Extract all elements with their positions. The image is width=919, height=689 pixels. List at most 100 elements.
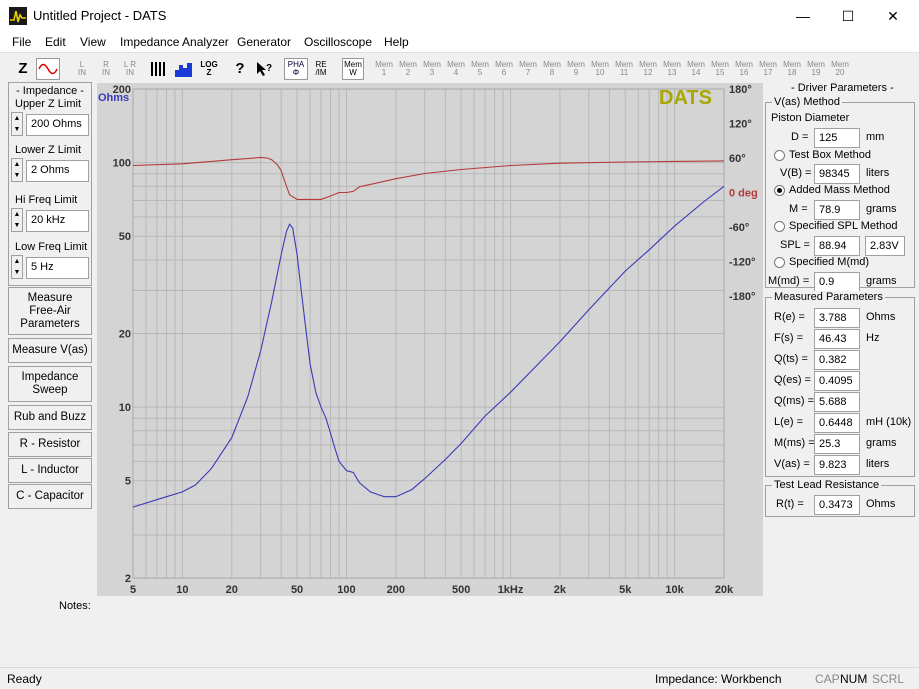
maximize-button[interactable]: ☐ — [825, 0, 871, 32]
low-freq-field[interactable]: 5 Hz — [26, 257, 89, 279]
hi-freq-field[interactable]: 20 kHz — [26, 210, 89, 232]
rt-field[interactable]: 0.3473 — [814, 495, 860, 515]
chart-svg: 5 10 20 50 100 200 500 1kHz 2k 5k 10k 20k2001005020… — [98, 84, 758, 596]
impedance-graph[interactable]: 5 10 20 50 100 200 500 1kHz 2k 5k 10k 20k 200 100 50 20… — [97, 83, 763, 596]
upper-z-spinner[interactable]: ▲ ▼ — [11, 112, 23, 136]
specified-mmd-label[interactable]: Specified M(md) — [789, 256, 869, 268]
mem-slot-9-button[interactable]: Mem 9 — [565, 58, 587, 80]
measure-free-air-button[interactable]: Measure Free-Air Parameters — [8, 287, 92, 335]
impedance-sweep-button[interactable]: Impedance Sweep — [8, 366, 92, 402]
specified-spl-radio[interactable] — [774, 221, 785, 232]
mem-slot-8-button[interactable]: Mem 8 — [541, 58, 563, 80]
vb-unit: liters — [866, 167, 890, 179]
measured-label: F(s) = — [774, 332, 804, 344]
phase-button[interactable]: PHA Φ — [284, 58, 308, 80]
mmd-field[interactable]: 0.9 — [814, 272, 860, 292]
mem-write-button[interactable]: Mem W — [342, 58, 364, 80]
capacitor-button[interactable]: C - Capacitor — [8, 484, 92, 509]
spl-voltage-field[interactable]: 2.83V — [865, 236, 905, 256]
context-help-icon[interactable]: ? — [254, 58, 274, 80]
mem-slot-13-button[interactable]: Mem 13 — [661, 58, 683, 80]
menu-help[interactable]: Help — [384, 35, 409, 49]
rub-and-buzz-button[interactable]: Rub and Buzz — [8, 405, 92, 430]
lower-z-spinner[interactable]: ▲ ▼ — [11, 158, 23, 182]
phase-tick-label: -120° — [729, 257, 755, 269]
bars-icon[interactable] — [148, 58, 170, 80]
test-box-label[interactable]: Test Box Method — [789, 149, 871, 161]
mem-slot-10-button[interactable]: Mem 10 — [589, 58, 611, 80]
measured-label: Q(ts) = — [774, 353, 808, 365]
help-icon[interactable]: ? — [230, 58, 250, 80]
resistor-button[interactable]: R - Resistor — [8, 432, 92, 457]
specified-spl-label[interactable]: Specified SPL Method — [789, 220, 897, 232]
real-imag-button[interactable]: RE /IM — [310, 58, 332, 80]
mem-slot-3-button[interactable]: Mem 3 — [421, 58, 443, 80]
measure-vas-button[interactable]: Measure V(as) — [8, 338, 92, 363]
mem-slot-12-button[interactable]: Mem 12 — [637, 58, 659, 80]
menu-oscilloscope[interactable]: Oscilloscope — [304, 35, 372, 49]
mem-slot-15-button[interactable]: Mem 15 — [709, 58, 731, 80]
hi-freq-label: Hi Freq Limit — [15, 194, 78, 206]
test-lead-group: Test Lead Resistance R(t) = 0.3473 Ohms — [765, 479, 915, 517]
mem-slot-5-button[interactable]: Mem 5 — [469, 58, 491, 80]
upper-z-field[interactable]: 200 Ohms — [26, 114, 89, 136]
mem-slot-6-button[interactable]: Mem 6 — [493, 58, 515, 80]
stereo-input-button[interactable]: L R IN — [119, 58, 141, 80]
added-mass-radio[interactable] — [774, 185, 785, 196]
measured-parameters-group: Measured Parameters R(e) = 3.788 Ohms F(s) … — [765, 291, 915, 477]
lower-z-label: Lower Z Limit — [15, 144, 82, 156]
phase-tick-label: 120° — [729, 119, 752, 131]
phase-tick-label: 60° — [729, 153, 746, 165]
menu-generator[interactable]: Generator — [237, 35, 291, 49]
right-input-button[interactable]: R IN — [96, 58, 116, 80]
diameter-field[interactable]: 125 — [814, 128, 860, 148]
mem-slot-7-button[interactable]: Mem 7 — [517, 58, 539, 80]
spl-label: SPL = — [780, 239, 810, 251]
menu-file[interactable]: File — [12, 35, 31, 49]
low-freq-spinner[interactable]: ▲ ▼ — [11, 255, 23, 279]
num-indicator: NUM — [840, 672, 868, 686]
close-button[interactable]: ✕ — [870, 0, 916, 32]
left-input-button[interactable]: L IN — [72, 58, 92, 80]
mem-slot-19-button[interactable]: Mem 19 — [805, 58, 827, 80]
impedance-z-button[interactable]: Z — [12, 58, 34, 80]
menu-impedance-analyzer[interactable]: Impedance Analyzer — [120, 35, 229, 49]
mem-slot-16-button[interactable]: Mem 16 — [733, 58, 755, 80]
svg-text:?: ? — [266, 63, 272, 74]
test-box-radio[interactable] — [774, 150, 785, 161]
menu-edit[interactable]: Edit — [45, 35, 66, 49]
log-scale-button[interactable]: LOG Z — [198, 58, 220, 80]
menu-view[interactable]: View — [80, 35, 106, 49]
vas-method-title: V(as) Method — [772, 96, 843, 108]
mem-slot-2-button[interactable]: Mem 2 — [397, 58, 419, 80]
rt-unit: Ohms — [866, 498, 896, 510]
m-label: M = — [789, 203, 808, 215]
phase-tick-label: 180° — [729, 84, 752, 96]
hi-freq-spinner[interactable]: ▲ ▼ — [11, 208, 23, 232]
mem-slot-14-button[interactable]: Mem 14 — [685, 58, 707, 80]
impedance-limits-group: - Impedance - Upper Z Limit ▲ ▼ 200 Ohms … — [8, 82, 92, 286]
mem-slot-11-button[interactable]: Mem 11 — [613, 58, 635, 80]
piston-diameter-label: Piston Diameter — [771, 112, 850, 124]
notes-area[interactable] — [97, 596, 919, 666]
window-title: Untitled Project - DATS — [33, 8, 167, 23]
added-mass-label[interactable]: Added Mass Method — [789, 184, 890, 196]
measured-label: Q(es) = — [774, 374, 811, 386]
inductor-button[interactable]: L - Inductor — [8, 458, 92, 483]
toolbar: Z L IN R IN L R IN LOG Z ? ? PHA Φ RE /I… — [0, 52, 919, 82]
mem-slot-18-button[interactable]: Mem 18 — [781, 58, 803, 80]
histogram-icon[interactable] — [172, 58, 196, 80]
lower-z-field[interactable]: 2 Ohms — [26, 160, 89, 182]
spl-field[interactable]: 88.94 — [814, 236, 860, 256]
mem-slot-4-button[interactable]: Mem 4 — [445, 58, 467, 80]
minimize-button[interactable]: — — [780, 0, 826, 32]
specified-mmd-radio[interactable] — [774, 257, 785, 268]
mass-field[interactable]: 78.9 — [814, 200, 860, 220]
mem-slot-17-button[interactable]: Mem 17 — [757, 58, 779, 80]
sine-wave-icon[interactable] — [36, 58, 60, 80]
vb-field[interactable]: 98345 — [814, 164, 860, 184]
mem-slot-20-button[interactable]: Mem 20 — [829, 58, 851, 80]
mem-slot-1-button[interactable]: Mem 1 — [373, 58, 395, 80]
scroll-indicator: SCRL — [872, 672, 905, 686]
m-unit: grams — [866, 203, 897, 215]
